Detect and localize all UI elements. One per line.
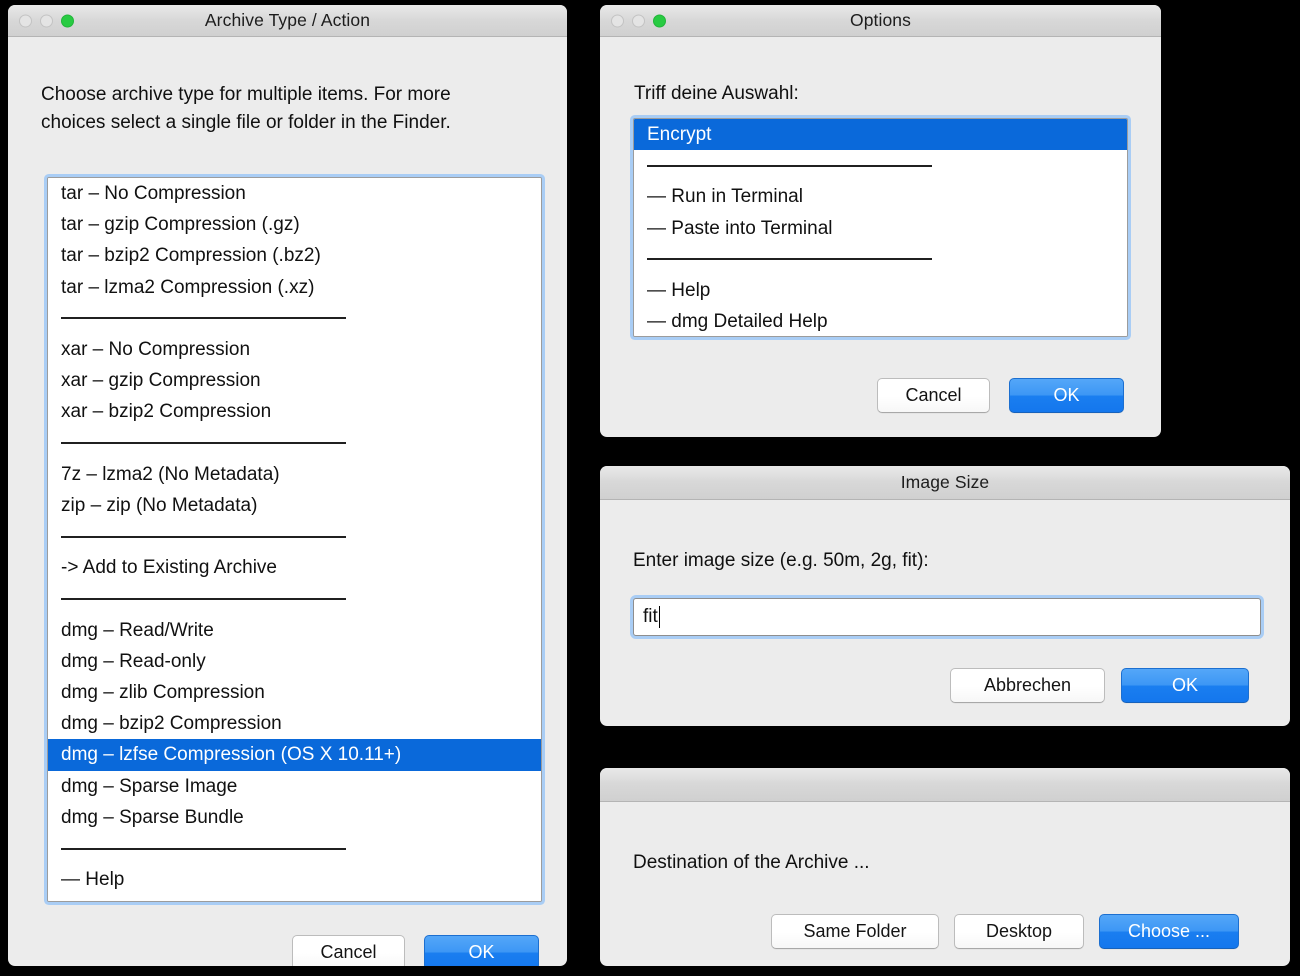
options-list-item[interactable]: — Paste into Terminal [634, 213, 1127, 244]
archive-list-item[interactable]: — Help [48, 864, 541, 895]
window-title-options: Options [849, 10, 911, 30]
same-folder-button[interactable]: Same Folder [771, 914, 939, 949]
window-destination: Destination of the Archive ... Same Fold… [600, 768, 1290, 966]
minimize-button-icon[interactable] [632, 14, 645, 27]
titlebar-archive: Archive Type / Action [8, 5, 567, 37]
cancel-button[interactable]: Abbrechen [950, 668, 1105, 703]
image-size-button-row: Abbrechen OK [950, 668, 1249, 703]
minimize-button-icon[interactable] [40, 14, 53, 27]
archive-type-listbox[interactable]: tar – No Compression tar – gzip Compressi… [47, 177, 542, 902]
image-size-prompt-text: Enter image size (e.g. 50m, 2g, fit): [633, 550, 929, 571]
archive-prompt-text: Choose archive type for multiple items. … [41, 84, 451, 133]
cancel-button[interactable]: Cancel [877, 378, 990, 413]
archive-list-item[interactable]: dmg – Read-only [48, 646, 541, 677]
titlebar-image-size: Image Size [600, 466, 1290, 500]
archive-list-item[interactable]: xar – bzip2 Compression [48, 396, 541, 427]
options-button-row: Cancel OK [877, 378, 1124, 413]
image-size-input-value: fit [643, 606, 658, 627]
window-title-archive: Archive Type / Action [204, 10, 371, 30]
text-caret [658, 606, 661, 628]
options-list-separator [634, 244, 1127, 275]
archive-list-item[interactable]: tar – lzma2 Compression (.xz) [48, 272, 541, 303]
archive-list-item-selected[interactable]: dmg – lzfse Compression (OS X 10.11+) [48, 739, 541, 771]
ok-button[interactable]: OK [1009, 378, 1124, 413]
close-button-icon[interactable] [19, 14, 32, 27]
options-listbox[interactable]: Encrypt — Run in Terminal — Paste into Ter… [633, 118, 1128, 337]
window-options: Options Triff deine Auswahl: Encrypt — Ru… [600, 5, 1161, 437]
archive-list-item[interactable]: dmg – Read/Write [48, 615, 541, 646]
options-list-separator [634, 150, 1127, 181]
archive-list-item[interactable]: xar – No Compression [48, 334, 541, 365]
archive-list-item[interactable]: dmg – zlib Compression [48, 677, 541, 708]
archive-list-item[interactable]: zip – zip (No Metadata) [48, 490, 541, 521]
window-archive-type-action: Archive Type / Action Choose archive typ… [8, 5, 567, 966]
image-size-input[interactable]: fit [633, 598, 1261, 636]
options-list-item[interactable]: — dmg Detailed Help [634, 306, 1127, 336]
archive-list-item[interactable]: tar – gzip Compression (.gz) [48, 209, 541, 240]
options-prompt-text: Triff deine Auswahl: [634, 83, 799, 104]
archive-list-item[interactable]: -> Add to Existing Archive [48, 552, 541, 583]
archive-list-item[interactable]: tar – No Compression [48, 178, 541, 209]
titlebar-destination [600, 768, 1290, 802]
destination-prompt-text: Destination of the Archive ... [633, 852, 870, 873]
window-image-size: Image Size Enter image size (e.g. 50m, 2… [600, 466, 1290, 726]
archive-list-separator [48, 428, 541, 459]
options-list-item-selected[interactable]: Encrypt [634, 119, 1127, 151]
titlebar-options: Options [600, 5, 1161, 37]
archive-type-list[interactable]: tar – No Compression tar – gzip Compressi… [48, 178, 541, 901]
archive-list-item[interactable]: dmg – Sparse Image [48, 771, 541, 802]
traffic-lights-archive [19, 14, 74, 27]
window-title-image-size: Image Size [900, 472, 990, 492]
traffic-lights-options [611, 14, 666, 27]
desktop-background: Archive Type / Action Choose archive typ… [0, 0, 1300, 976]
options-list[interactable]: Encrypt — Run in Terminal — Paste into Ter… [634, 119, 1127, 336]
archive-list-separator [48, 521, 541, 552]
choose-button[interactable]: Choose ... [1099, 914, 1239, 949]
archive-list-item[interactable]: tar – bzip2 Compression (.bz2) [48, 240, 541, 271]
zoom-button-icon[interactable] [61, 14, 74, 27]
archive-list-separator [48, 583, 541, 614]
destination-button-row: Same Folder Desktop Choose ... [771, 914, 1239, 949]
archive-list-item[interactable]: dmg – bzip2 Compression [48, 708, 541, 739]
archive-list-separator [48, 303, 541, 334]
cancel-button[interactable]: Cancel [292, 935, 405, 966]
ok-button[interactable]: OK [424, 935, 539, 966]
options-list-item[interactable]: — Help [634, 275, 1127, 306]
archive-button-row: Cancel OK [292, 935, 539, 966]
close-button-icon[interactable] [611, 14, 624, 27]
archive-list-separator [48, 833, 541, 864]
ok-button[interactable]: OK [1121, 668, 1249, 703]
archive-list-item[interactable]: dmg – Sparse Bundle [48, 802, 541, 833]
desktop-button[interactable]: Desktop [954, 914, 1084, 949]
archive-list-item[interactable]: 7z – lzma2 (No Metadata) [48, 459, 541, 490]
zoom-button-icon[interactable] [653, 14, 666, 27]
archive-list-item[interactable]: xar – gzip Compression [48, 365, 541, 396]
options-list-item[interactable]: — Run in Terminal [634, 181, 1127, 212]
